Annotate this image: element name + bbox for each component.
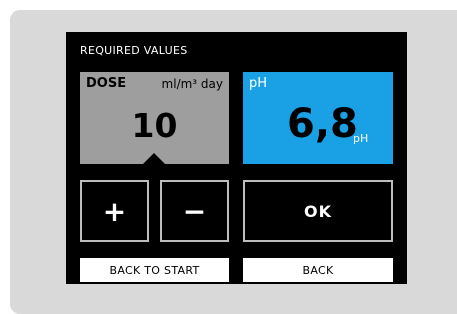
ph-unit: pH bbox=[353, 132, 369, 145]
back-to-start-button[interactable]: BACK TO START bbox=[80, 258, 229, 282]
increment-button[interactable]: + bbox=[80, 180, 149, 242]
ok-button[interactable]: OK bbox=[243, 180, 393, 242]
screen-title: REQUIRED VALUES bbox=[80, 44, 188, 57]
decrement-button[interactable]: − bbox=[160, 180, 229, 242]
selection-pointer-icon bbox=[143, 153, 165, 164]
dose-label: DOSE bbox=[86, 76, 127, 91]
dose-unit: ml/m³ day bbox=[161, 77, 223, 91]
ph-label: pH bbox=[249, 76, 268, 91]
ph-value: 6,8 bbox=[287, 101, 358, 147]
ph-tile[interactable]: pH 6,8 pH bbox=[243, 72, 393, 164]
dose-value: 10 bbox=[131, 106, 178, 145]
display-screen: REQUIRED VALUES DOSE ml/m³ day 10 pH 6,8… bbox=[66, 32, 407, 284]
dose-tile[interactable]: DOSE ml/m³ day 10 bbox=[80, 72, 229, 164]
back-button[interactable]: BACK bbox=[243, 258, 393, 282]
